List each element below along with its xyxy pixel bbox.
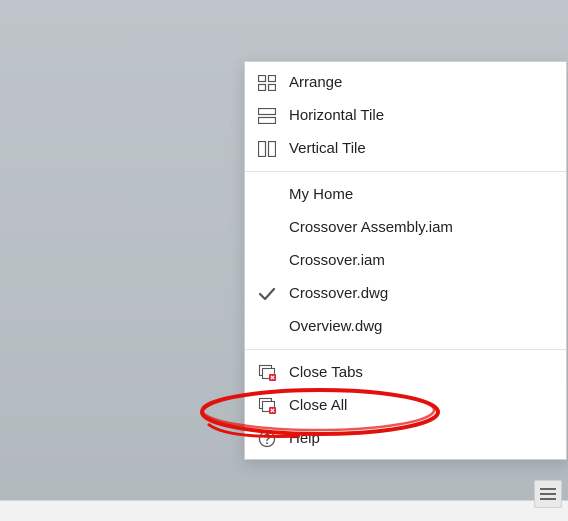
- bottom-bar: [0, 500, 568, 521]
- menu-item-crossover-iam[interactable]: Crossover.iam: [245, 244, 566, 277]
- hamburger-icon: [540, 488, 556, 500]
- menu-item-arrange[interactable]: Arrange: [245, 66, 566, 99]
- menu-item-help[interactable]: Help: [245, 422, 566, 455]
- menu-item-close-tabs[interactable]: Close Tabs: [245, 356, 566, 389]
- menu-label: Close All: [289, 397, 554, 414]
- menu-separator: [245, 171, 566, 172]
- menu-item-close-all[interactable]: Close All: [245, 389, 566, 422]
- menu-item-overview-dwg[interactable]: Overview.dwg: [245, 310, 566, 343]
- hamburger-button[interactable]: [534, 480, 562, 508]
- help-icon: [245, 430, 289, 448]
- menu-item-crossover-dwg[interactable]: Crossover.dwg: [245, 277, 566, 310]
- menu-label: Crossover Assembly.iam: [289, 219, 554, 236]
- close-all-icon: [245, 397, 289, 415]
- checkmark-icon: [245, 286, 289, 302]
- menu-item-horizontal-tile[interactable]: Horizontal Tile: [245, 99, 566, 132]
- close-tabs-icon: [245, 364, 289, 382]
- menu-label: Help: [289, 430, 554, 447]
- menu-label: Overview.dwg: [289, 318, 554, 335]
- menu-label: Horizontal Tile: [289, 107, 554, 124]
- horizontal-tile-icon: [245, 108, 289, 124]
- vertical-tile-icon: [245, 141, 289, 157]
- menu-item-crossover-assembly[interactable]: Crossover Assembly.iam: [245, 211, 566, 244]
- menu-label: Crossover.iam: [289, 252, 554, 269]
- menu-label: My Home: [289, 186, 554, 203]
- arrange-icon: [245, 75, 289, 91]
- menu-label: Close Tabs: [289, 364, 554, 381]
- menu-separator: [245, 349, 566, 350]
- menu-item-my-home[interactable]: My Home: [245, 178, 566, 211]
- menu-label: Crossover.dwg: [289, 285, 554, 302]
- menu-label: Arrange: [289, 74, 554, 91]
- menu-label: Vertical Tile: [289, 140, 554, 157]
- context-menu: Arrange Horizontal Tile Vertical Tile: [244, 61, 567, 460]
- menu-item-vertical-tile[interactable]: Vertical Tile: [245, 132, 566, 165]
